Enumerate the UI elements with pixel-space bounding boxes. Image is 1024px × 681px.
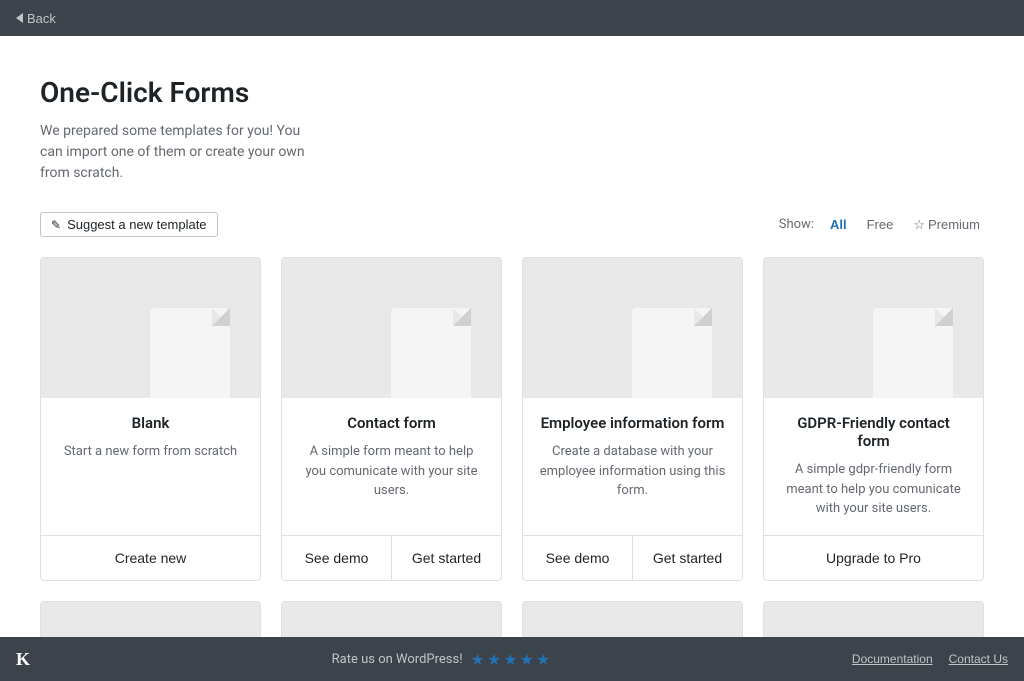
card-blank: Blank Start a new form from scratch Crea… (40, 257, 261, 581)
card-gdpr-footer: Upgrade to Pro (764, 535, 983, 580)
card-feedback-form: Customer feedback form (281, 601, 502, 638)
card-blank-body: Blank Start a new form from scratch (41, 398, 260, 535)
suggest-label: Suggest a new template (67, 217, 206, 232)
bottom-logo: K (16, 649, 30, 670)
card-feedback-image (282, 602, 501, 638)
form-thumbnail (391, 308, 471, 398)
card-blank-footer: Create new (41, 535, 260, 580)
top-bar: Back (0, 0, 1024, 36)
employee-get-started-button[interactable]: Get started (632, 536, 742, 580)
card-employee-title: Employee information form (539, 414, 726, 432)
page-title: One-Click Forms (40, 76, 984, 109)
card-job-application: Job application (763, 601, 984, 638)
suggest-template-button[interactable]: ✎ Suggest a new template (40, 212, 218, 237)
card-gdpr-body: GDPR-Friendly contact form A simple gdpr… (764, 398, 983, 535)
star-4-icon: ★ (520, 650, 534, 669)
card-blank-desc: Start a new form from scratch (57, 442, 244, 462)
rate-text: Rate us on WordPress! (332, 652, 463, 667)
cards-grid: Blank Start a new form from scratch Crea… (40, 257, 984, 637)
card-contact-footer: See demo Get started (282, 535, 501, 580)
card-contact-image (282, 258, 501, 398)
card-employee-body: Employee information form Create a datab… (523, 398, 742, 535)
card-gdpr-title: GDPR-Friendly contact form (780, 414, 967, 450)
form-thumbnail (150, 308, 230, 398)
card-job-image (764, 602, 983, 638)
filter-all-button[interactable]: All (826, 215, 851, 234)
filter-free-button[interactable]: Free (863, 215, 898, 234)
bottom-links: Documentation Contact Us (852, 652, 1008, 666)
card-art-image (523, 602, 742, 638)
back-button[interactable]: Back (16, 11, 56, 26)
documentation-link[interactable]: Documentation (852, 652, 933, 666)
card-contact-desc: A simple form meant to help you comunica… (298, 442, 485, 501)
card-employee-image (523, 258, 742, 398)
card-employee-footer: See demo Get started (523, 535, 742, 580)
form-thumbnail (873, 308, 953, 398)
toolbar: ✎ Suggest a new template Show: All Free … (40, 212, 984, 237)
premium-star-icon: ☆ (913, 217, 925, 233)
page-subtitle: We prepared some templates for you! You … (40, 121, 320, 184)
create-new-button[interactable]: Create new (41, 536, 260, 580)
card-contact-form: Contact form A simple form meant to help… (281, 257, 502, 581)
contact-get-started-button[interactable]: Get started (391, 536, 501, 580)
employee-see-demo-button[interactable]: See demo (523, 536, 632, 580)
gdpr-upgrade-button[interactable]: Upgrade to Pro (764, 536, 983, 580)
star-3-icon: ★ (503, 650, 517, 669)
card-art-contest: Art contest (522, 601, 743, 638)
card-gdpr-desc: A simple gdpr-friendly form meant to hel… (780, 460, 967, 519)
back-label: Back (27, 11, 56, 26)
card-employee-form: Employee information form Create a datab… (522, 257, 743, 581)
suggest-icon: ✎ (51, 218, 61, 232)
contact-see-demo-button[interactable]: See demo (282, 536, 391, 580)
bottom-center: Rate us on WordPress! ★ ★ ★ ★ ★ (332, 650, 551, 669)
star-2-icon: ★ (487, 650, 501, 669)
form-thumbnail (632, 308, 712, 398)
bottom-bar: K Rate us on WordPress! ★ ★ ★ ★ ★ Docume… (0, 637, 1024, 681)
card-blank-image (41, 258, 260, 398)
stars-group: ★ ★ ★ ★ ★ (471, 650, 551, 669)
card-blank-title: Blank (57, 414, 244, 432)
main-content: One-Click Forms We prepared some templat… (0, 36, 1024, 637)
card-gdpr-form: GDPR-Friendly contact form A simple gdpr… (763, 257, 984, 581)
back-arrow-icon (16, 13, 23, 23)
premium-label: Premium (928, 217, 980, 232)
contact-us-link[interactable]: Contact Us (949, 652, 1008, 666)
show-label: Show: (779, 217, 814, 232)
star-5-icon: ★ (536, 650, 550, 669)
card-appointment-image (41, 602, 260, 638)
card-employee-desc: Create a database with your employee inf… (539, 442, 726, 501)
card-gdpr-image (764, 258, 983, 398)
card-appointment-form: Appointment form (40, 601, 261, 638)
star-1-icon: ★ (471, 650, 485, 669)
card-contact-body: Contact form A simple form meant to help… (282, 398, 501, 535)
filter-group: Show: All Free ☆ Premium (779, 215, 984, 235)
filter-premium-button[interactable]: ☆ Premium (909, 215, 984, 235)
card-contact-title: Contact form (298, 414, 485, 432)
